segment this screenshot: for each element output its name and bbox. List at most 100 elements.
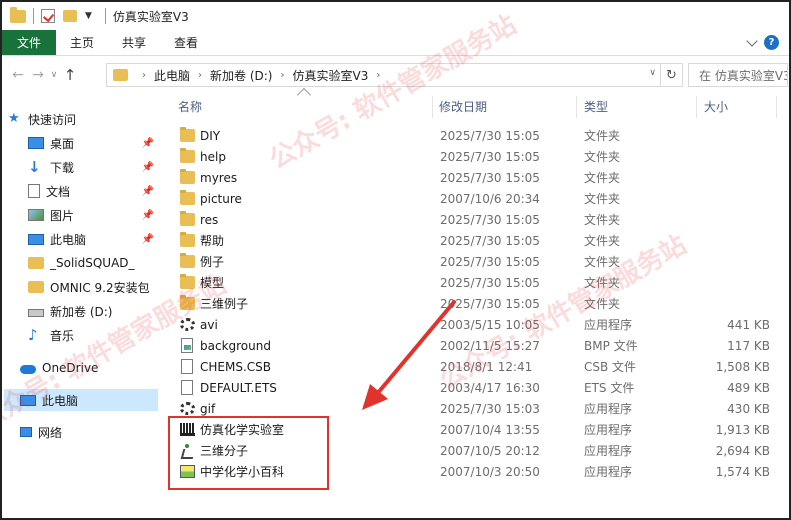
chevron-right-icon[interactable]: ›	[198, 70, 202, 81]
pin-icon[interactable]: 📌	[142, 186, 154, 197]
chevron-right-icon[interactable]: ›	[280, 70, 284, 81]
download-icon: ↓	[28, 158, 41, 176]
breadcrumb-current-folder[interactable]: 仿真实验室V3	[292, 67, 368, 84]
sidebar-item-desktop[interactable]: 桌面 📌	[28, 132, 158, 154]
file-row[interactable]: background 2002/11/5 15:27 BMP 文件 117 KB	[164, 335, 784, 356]
sidebar-item-documents[interactable]: 文档 📌	[28, 180, 158, 202]
breadcrumb-this-pc[interactable]: 此电脑	[154, 67, 190, 84]
lab-app-icon	[180, 423, 195, 436]
file-row[interactable]: 模型 2025/7/30 15:05 文件夹	[164, 272, 784, 293]
file-row[interactable]: res 2025/7/30 15:05 文件夹	[164, 209, 784, 230]
file-row[interactable]: CHEMS.CSB 2018/8/1 12:41 CSB 文件 1,508 KB	[164, 356, 784, 377]
sidebar-this-pc[interactable]: 此电脑	[4, 389, 158, 411]
file-name: 例子	[200, 255, 225, 269]
folder-icon	[180, 274, 195, 289]
new-folder-icon[interactable]	[63, 10, 77, 22]
file-date: 2025/7/30 15:05	[440, 212, 540, 227]
file-row[interactable]: 例子 2025/7/30 15:05 文件夹	[164, 251, 784, 272]
column-divider[interactable]	[432, 96, 433, 118]
sort-ascending-icon	[296, 87, 312, 103]
column-header-date[interactable]: 修改日期	[439, 92, 487, 120]
refresh-icon[interactable]: ↻	[660, 64, 682, 86]
computer-icon	[28, 233, 44, 245]
sidebar-quick-access[interactable]: ★ 快速访问	[8, 108, 164, 130]
chevron-right-icon[interactable]: ›	[142, 70, 146, 81]
column-divider[interactable]	[776, 96, 777, 118]
pin-icon[interactable]: 📌	[142, 234, 154, 245]
forward-arrow-icon[interactable]: →	[28, 67, 48, 83]
folder-icon	[180, 253, 195, 268]
recent-locations-icon[interactable]: ∨	[48, 70, 60, 80]
back-arrow-icon[interactable]: ←	[8, 67, 28, 83]
file-type: 应用程序	[584, 402, 633, 416]
tab-home[interactable]: 主页	[56, 30, 108, 55]
sidebar-item-downloads[interactable]: ↓ 下载 📌	[28, 156, 158, 178]
expand-ribbon-icon[interactable]	[746, 34, 758, 47]
file-row[interactable]: myres 2025/7/30 15:05 文件夹	[164, 167, 784, 188]
file-type: 文件夹	[584, 255, 621, 269]
drive-icon	[28, 309, 44, 317]
file-type: 应用程序	[584, 465, 633, 479]
chevron-right-icon[interactable]: ›	[376, 70, 380, 81]
file-row[interactable]: 三维分子 2007/10/5 20:12 应用程序 2,694 KB	[164, 440, 784, 461]
file-name: DEFAULT.ETS	[200, 380, 277, 395]
sidebar-item-omnic[interactable]: OMNIC 9.2安装包	[28, 276, 158, 298]
navigation-pane: ★ 快速访问 桌面 📌 ↓ 下载 📌 文档 📌 图片 📌 此电脑 📌 _Soli…	[2, 100, 164, 518]
sidebar-onedrive[interactable]: OneDrive	[20, 357, 158, 379]
sidebar-network[interactable]: 网络	[20, 421, 158, 443]
file-date: 2002/11/5 15:27	[440, 338, 540, 353]
file-date: 2025/7/30 15:05	[440, 254, 540, 269]
file-type: CSB 文件	[584, 360, 637, 374]
up-arrow-icon[interactable]: ↑	[60, 66, 80, 84]
sidebar-item-label: 快速访问	[28, 112, 77, 127]
folder-icon	[28, 257, 44, 269]
file-name: CHEMS.CSB	[200, 359, 271, 374]
file-row[interactable]: 仿真化学实验室 2007/10/4 13:55 应用程序 1,913 KB	[164, 419, 784, 440]
pin-icon[interactable]: 📌	[142, 138, 154, 149]
sidebar-item-this-pc-pinned[interactable]: 此电脑 📌	[28, 228, 158, 250]
file-size: 117 KB	[727, 338, 770, 353]
sidebar-item-label: 下载	[50, 160, 75, 175]
pin-icon[interactable]: 📌	[142, 162, 154, 173]
file-date: 2025/7/30 15:05	[440, 296, 540, 311]
quick-access-dropdown-icon[interactable]: ▼	[85, 11, 92, 21]
file-name: myres	[200, 170, 238, 185]
file-row[interactable]: help 2025/7/30 15:05 文件夹	[164, 146, 784, 167]
folder-icon	[180, 127, 195, 142]
file-row[interactable]: DIY 2025/7/30 15:05 文件夹	[164, 125, 784, 146]
column-header-size[interactable]: 大小	[704, 92, 728, 120]
file-type: 文件夹	[584, 150, 621, 164]
tab-share[interactable]: 共享	[108, 30, 160, 55]
file-row[interactable]: picture 2007/10/6 20:34 文件夹	[164, 188, 784, 209]
file-type: 文件夹	[584, 171, 621, 185]
pin-icon[interactable]: 📌	[142, 210, 154, 221]
sidebar-item-label: OMNIC 9.2安装包	[50, 280, 150, 295]
sidebar-item-solidsquad[interactable]: _SolidSQUAD_	[28, 252, 158, 274]
address-bar[interactable]: › 此电脑 › 新加卷 (D:) › 仿真实验室V3 › ∨ ↻	[106, 63, 683, 87]
file-row[interactable]: 三维例子 2025/7/30 15:05 文件夹	[164, 293, 784, 314]
file-date: 2025/7/30 15:03	[440, 401, 540, 416]
file-row[interactable]: avi 2003/5/15 10:05 应用程序 441 KB	[164, 314, 784, 335]
file-row[interactable]: 中学化学小百科 2007/10/3 20:50 应用程序 1,574 KB	[164, 461, 784, 482]
properties-icon[interactable]	[41, 9, 55, 23]
tab-view[interactable]: 查看	[160, 30, 212, 55]
file-size: 430 KB	[727, 401, 770, 416]
column-header-name[interactable]: 名称	[178, 92, 202, 120]
sidebar-item-music[interactable]: ♪ 音乐	[28, 324, 158, 346]
explorer-window: ▼ 仿真实验室V3 文件 主页 共享 查看 ? ← → ∨ ↑ › 此电脑 › …	[0, 0, 791, 520]
desktop-icon	[28, 137, 44, 149]
tab-file[interactable]: 文件	[2, 30, 56, 55]
file-row[interactable]: DEFAULT.ETS 2003/4/17 16:30 ETS 文件 489 KB	[164, 377, 784, 398]
file-size: 2,694 KB	[715, 443, 770, 458]
address-dropdown-icon[interactable]: ∨	[649, 68, 656, 78]
help-icon[interactable]: ?	[764, 35, 779, 50]
search-input[interactable]: 在 仿真实验室V3 中	[688, 63, 788, 87]
breadcrumb-drive-d[interactable]: 新加卷 (D:)	[210, 67, 272, 84]
file-row[interactable]: gif 2025/7/30 15:03 应用程序 430 KB	[164, 398, 784, 419]
file-row[interactable]: 帮助 2025/7/30 15:05 文件夹	[164, 230, 784, 251]
column-divider[interactable]	[696, 96, 697, 118]
sidebar-item-pictures[interactable]: 图片 📌	[28, 204, 158, 226]
column-header-type[interactable]: 类型	[584, 92, 608, 120]
column-divider[interactable]	[576, 96, 577, 118]
sidebar-item-drive-d[interactable]: 新加卷 (D:)	[28, 300, 158, 322]
